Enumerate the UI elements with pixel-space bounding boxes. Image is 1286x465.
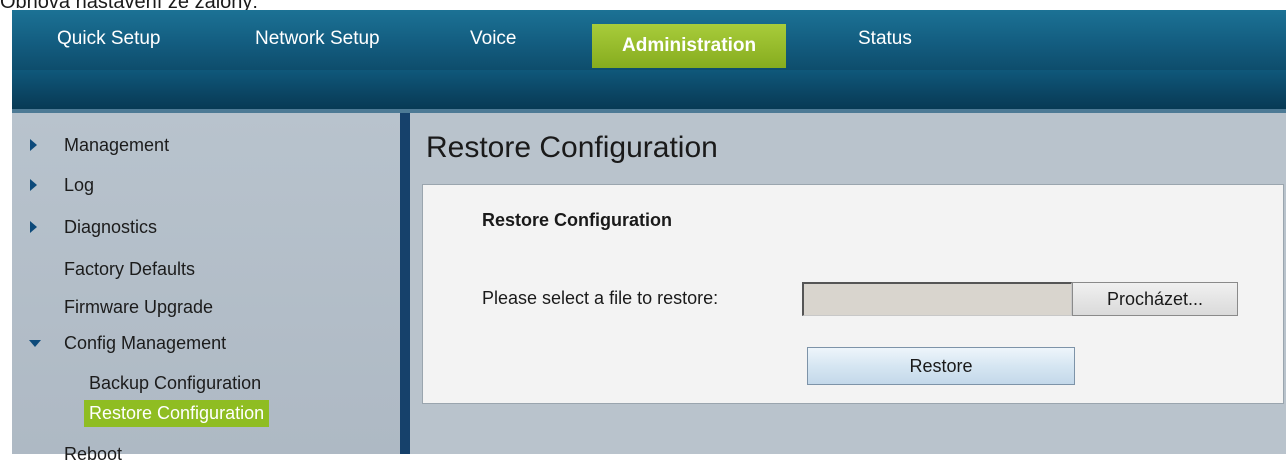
sidebar-item-backup-configuration[interactable]: Backup Configuration — [89, 372, 261, 394]
sidebar-item-config-management[interactable]: Config Management — [64, 332, 226, 354]
top-nav: Quick Setup Network Setup Voice Administ… — [12, 10, 1286, 70]
panel-heading: Restore Configuration — [482, 210, 673, 230]
file-path-input[interactable] — [802, 282, 1072, 316]
chevron-right-icon — [30, 179, 37, 191]
file-field-label: Please select a file to restore: — [482, 288, 719, 308]
sub-nav-bar — [12, 70, 1286, 109]
browse-button[interactable]: Procházet... — [1072, 282, 1238, 316]
page-title: Restore Configuration — [426, 131, 718, 164]
sidebar-divider — [400, 113, 410, 454]
page-caption: Obnova nastavení ze zálohy: — [0, 0, 258, 13]
chevron-down-icon — [29, 340, 41, 347]
sidebar-item-firmware-upgrade[interactable]: Firmware Upgrade — [64, 296, 213, 318]
chevron-right-icon — [30, 139, 37, 151]
sidebar-item-management[interactable]: Management — [64, 134, 169, 156]
restore-button[interactable]: Restore — [807, 347, 1075, 385]
chevron-right-icon — [30, 221, 37, 233]
nav-tab-administration[interactable]: Administration — [592, 24, 787, 68]
sidebar-item-factory-defaults[interactable]: Factory Defaults — [64, 258, 195, 280]
nav-tab-quick-setup[interactable]: Quick Setup — [57, 10, 161, 68]
sidebar-item-log[interactable]: Log — [64, 174, 94, 196]
nav-tab-status[interactable]: Status — [858, 10, 912, 68]
sidebar-item-diagnostics[interactable]: Diagnostics — [64, 216, 157, 238]
sidebar-item-restore-configuration[interactable]: Restore Configuration — [84, 400, 270, 427]
nav-tab-network-setup[interactable]: Network Setup — [255, 10, 380, 68]
nav-tab-voice[interactable]: Voice — [470, 10, 516, 68]
sidebar-item-reboot[interactable]: Reboot — [64, 443, 122, 465]
